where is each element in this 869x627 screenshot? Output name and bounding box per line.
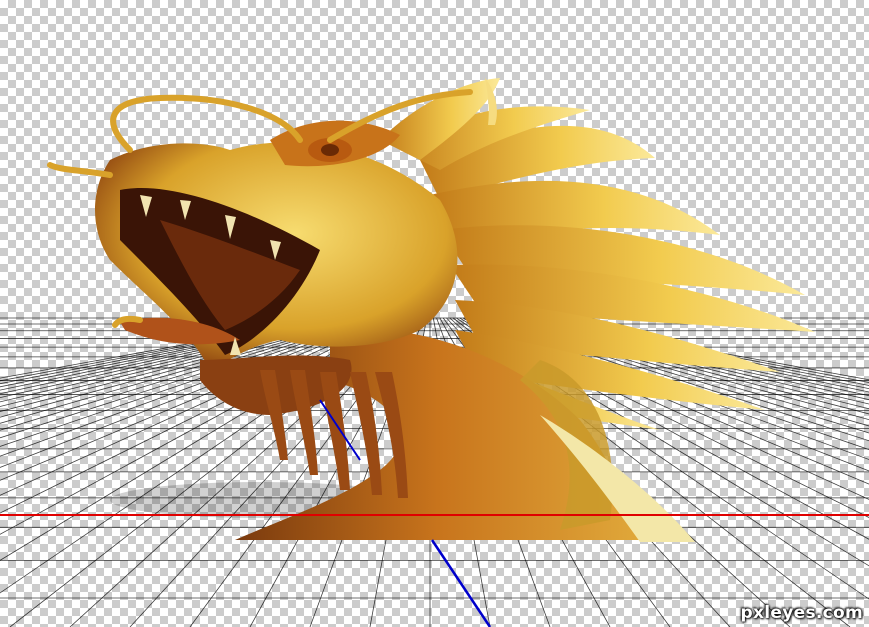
scene-svg	[0, 78, 869, 627]
dragon-layer[interactable]	[47, 78, 815, 542]
axis-guide-line-lower[interactable]	[430, 539, 492, 627]
canvas-area[interactable]: pxleyes.com	[0, 0, 869, 627]
watermark-text: pxleyes.com	[740, 603, 863, 623]
